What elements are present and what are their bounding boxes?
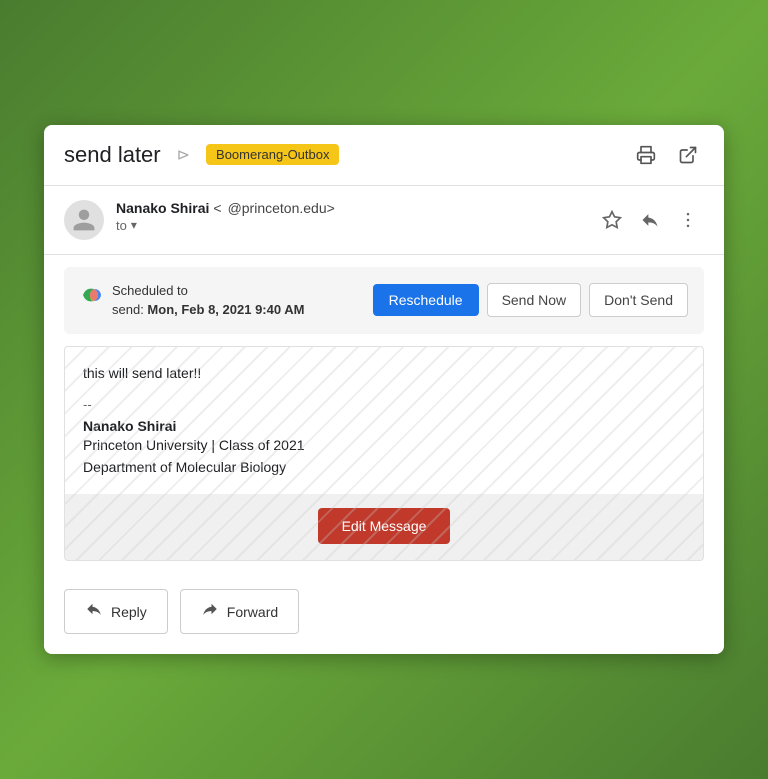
edit-message-row: Edit Message [65, 494, 703, 560]
signature-line2: Department of Molecular Biology [83, 456, 685, 478]
page-title: send later [64, 142, 161, 168]
schedule-info: Scheduled tosend: Mon, Feb 8, 2021 9:40 … [80, 281, 304, 320]
more-options-icon[interactable] [672, 204, 704, 236]
schedule-banner: Scheduled tosend: Mon, Feb 8, 2021 9:40 … [64, 267, 704, 334]
arrow-icon: ⊳ [177, 145, 190, 165]
schedule-text: Scheduled tosend: Mon, Feb 8, 2021 9:40 … [112, 281, 304, 320]
email-body-text: this will send later!! [83, 365, 685, 381]
send-now-button[interactable]: Send Now [487, 283, 582, 317]
chevron-down-icon[interactable]: ▾ [131, 218, 137, 232]
boomerang-logo-icon [80, 283, 104, 307]
external-link-icon[interactable] [672, 139, 704, 171]
star-icon[interactable] [596, 204, 628, 236]
email-window: send later ⊳ Boomerang-Outbox [44, 125, 724, 655]
reply-label: Reply [111, 604, 147, 620]
reply-button[interactable]: Reply [64, 589, 168, 634]
sender-bracket: < [213, 200, 221, 216]
dont-send-button[interactable]: Don't Send [589, 283, 688, 317]
email-body-inner: this will send later!! -- Nanako Shirai … [65, 347, 703, 495]
sender-info: Nanako Shirai < @princeton.edu> to ▾ [116, 200, 584, 233]
email-body-container: this will send later!! -- Nanako Shirai … [64, 346, 704, 562]
sender-name: Nanako Shirai [116, 200, 209, 216]
forward-arrow-icon [201, 600, 219, 623]
signature-name: Nanako Shirai [83, 418, 685, 434]
sender-row: Nanako Shirai < @princeton.edu> to ▾ [44, 186, 724, 255]
forward-button[interactable]: Forward [180, 589, 299, 634]
to-label: to [116, 218, 127, 233]
avatar [64, 200, 104, 240]
signature-line1: Princeton University | Class of 2021 [83, 434, 685, 456]
edit-message-button[interactable]: Edit Message [318, 508, 451, 544]
reply-forward-row: Reply Forward [44, 573, 724, 654]
print-icon[interactable] [630, 139, 662, 171]
sender-email: @princeton.edu> [228, 200, 335, 216]
forward-label: Forward [227, 604, 278, 620]
signature-divider: -- [83, 397, 685, 412]
sender-actions [596, 204, 704, 236]
reply-icon[interactable] [634, 204, 666, 236]
reply-arrow-icon [85, 600, 103, 623]
reschedule-button[interactable]: Reschedule [373, 284, 479, 316]
boomerang-badge[interactable]: Boomerang-Outbox [206, 144, 339, 165]
schedule-actions: Reschedule Send Now Don't Send [373, 283, 688, 317]
header-bar: send later ⊳ Boomerang-Outbox [44, 125, 724, 186]
